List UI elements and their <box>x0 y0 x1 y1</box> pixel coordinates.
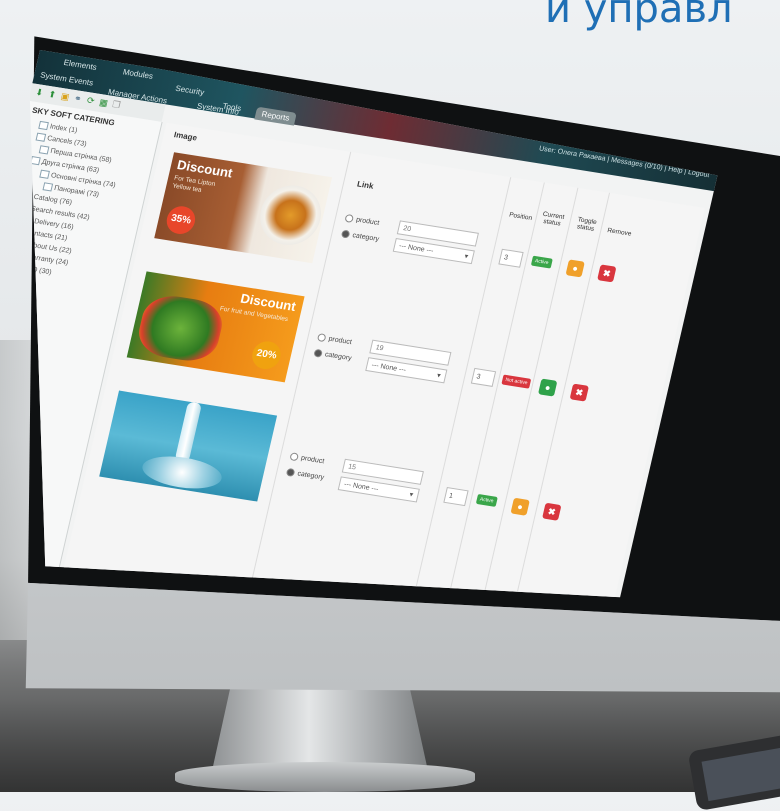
link-product-option[interactable]: product <box>344 213 380 227</box>
remove-button[interactable]: ✖ <box>569 383 589 402</box>
tree-item-label: Catalog (76) <box>32 193 73 207</box>
tree-item[interactable]: Search results (42) <box>28 202 90 222</box>
status-badge: Active <box>530 255 553 269</box>
page-icon <box>14 251 25 260</box>
radio-label: product <box>300 454 325 466</box>
toggle-status-button[interactable]: ● <box>510 497 530 516</box>
select-value: --- None --- <box>343 481 380 494</box>
status-badge: Not active <box>501 374 532 389</box>
radio-label: product <box>355 216 380 227</box>
link-category-option[interactable]: category <box>285 467 325 482</box>
tree-item-label: Index (1) <box>49 123 78 135</box>
tree-item-label: Contacts (21) <box>24 228 68 243</box>
toggle-status-button[interactable]: ● <box>565 259 585 278</box>
page-icon <box>14 226 25 235</box>
tree-item-label: FAQ (30) <box>22 265 53 277</box>
radio-button[interactable] <box>316 333 327 343</box>
discount-badge: 35% <box>163 204 198 237</box>
position-input[interactable]: 1 <box>443 487 469 507</box>
tea-cup-graphic <box>254 181 327 250</box>
page-icon <box>38 145 50 155</box>
link-category-option[interactable]: category <box>340 229 380 244</box>
link-product-option[interactable]: product <box>316 333 353 347</box>
link-category-option[interactable]: category <box>313 348 353 363</box>
add-page-icon[interactable]: ▣ <box>59 91 71 102</box>
move-up-icon[interactable]: ⬆ <box>46 89 58 100</box>
status-badge: Active <box>475 493 498 507</box>
move-down-icon[interactable]: ⬇ <box>33 87 45 98</box>
radio-button[interactable] <box>289 452 300 462</box>
vegetables-graphic <box>133 291 227 365</box>
page-icon <box>17 239 28 248</box>
discount-badge: 20% <box>249 339 284 372</box>
radio-button[interactable] <box>285 467 296 477</box>
page-icon <box>28 202 30 213</box>
radio-label: product <box>327 335 353 347</box>
page-icon <box>39 169 50 179</box>
position-input[interactable]: 3 <box>498 248 524 268</box>
remove-button[interactable]: ✖ <box>597 264 617 283</box>
monitor: Elements Modules Security Tools Reports … <box>0 0 780 792</box>
radio-button[interactable] <box>340 229 351 239</box>
radio-label: category <box>324 351 353 363</box>
select-value: --- None --- <box>398 242 435 255</box>
radio-button[interactable] <box>313 348 323 358</box>
page-icon <box>35 132 47 142</box>
grid-icon[interactable]: ▦ <box>98 97 110 108</box>
radio-label: category <box>296 470 325 482</box>
tree-item[interactable]: Index (1) <box>38 120 78 135</box>
page-icon <box>28 215 34 225</box>
copy-icon[interactable]: ❐ <box>110 99 122 110</box>
chevron-down-icon: ▼ <box>462 253 470 261</box>
select-value: --- None --- <box>370 361 407 375</box>
chevron-down-icon: ▼ <box>435 372 443 380</box>
page-icon <box>30 156 41 166</box>
banner-image[interactable]: Discount For Tea Lipton Yellow tea 35% <box>154 152 333 264</box>
position-input[interactable]: 3 <box>470 367 497 387</box>
page-icon <box>38 120 49 131</box>
remove-button[interactable]: ✖ <box>542 502 562 521</box>
link-icon[interactable]: ⚭ <box>72 93 84 104</box>
page-icon <box>42 182 54 192</box>
water-glass-graphic <box>139 451 225 494</box>
refresh-icon[interactable]: ⟳ <box>85 95 97 106</box>
page-icon <box>12 262 23 271</box>
chevron-down-icon: ▼ <box>407 492 415 499</box>
page-icon <box>28 191 33 201</box>
radio-label: category <box>351 232 380 244</box>
toggle-status-button[interactable]: ● <box>537 378 558 397</box>
image-column-header: Image <box>173 130 198 143</box>
tab-reports[interactable]: Reports <box>254 106 297 126</box>
water-stream-graphic <box>174 401 203 463</box>
tab-security[interactable]: Security <box>168 81 211 100</box>
radio-button[interactable] <box>344 213 355 223</box>
link-product-option[interactable]: product <box>289 452 325 465</box>
